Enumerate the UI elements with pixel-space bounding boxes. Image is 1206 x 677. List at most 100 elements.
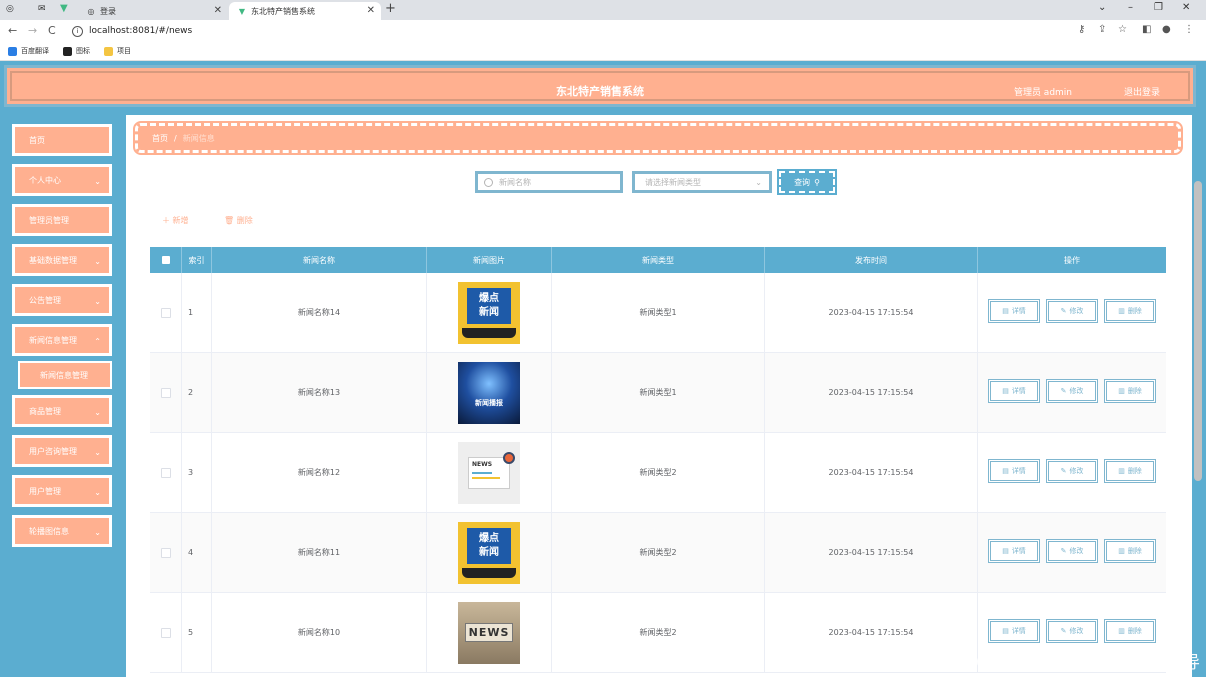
close-window-icon[interactable]: ✕ xyxy=(1182,2,1190,13)
sidebar-item-users[interactable]: 用户管理 ⌄ xyxy=(12,475,112,507)
sidebar-item-basic-data[interactable]: 基础数据管理 ⌄ xyxy=(12,244,112,276)
edit-button[interactable]: ✎ 修改 xyxy=(1046,379,1098,403)
thumb-text: 新闻播报 xyxy=(475,398,503,407)
breadcrumb-home[interactable]: 首页 xyxy=(152,133,168,144)
stage-lights-image[interactable]: 新闻播报 xyxy=(458,361,520,424)
row-type: 新闻类型2 xyxy=(552,513,765,592)
delete-button[interactable]: ▥ 删除 xyxy=(1104,619,1156,643)
add-button[interactable]: ＋ 新增 xyxy=(162,215,189,226)
bookmark-icons[interactable]: 图标 xyxy=(63,46,90,56)
detail-button[interactable]: ▤ 详情 xyxy=(988,459,1040,483)
row-checkbox[interactable] xyxy=(160,307,171,318)
delete-button[interactable]: ▥ 删除 xyxy=(1104,379,1156,403)
news-blocks-image[interactable]: NEWS xyxy=(458,601,520,664)
sidebar-item-personal[interactable]: 个人中心 ⌄ xyxy=(12,164,112,196)
detail-button[interactable]: ▤ 详情 xyxy=(988,539,1040,563)
sidebar-item-label: 个人中心 xyxy=(29,175,61,185)
detail-button[interactable]: ▤ 详情 xyxy=(988,379,1040,403)
delete-button[interactable]: ▥ 删除 xyxy=(1104,299,1156,323)
back-icon[interactable]: ← xyxy=(8,24,17,37)
row-time: 2023-04-15 17:15:54 xyxy=(765,273,978,352)
chevron-down-icon: ⌄ xyxy=(94,297,101,306)
sidebar-item-notice[interactable]: 公告管理 ⌄ xyxy=(12,284,112,316)
profile-icon[interactable]: ● xyxy=(1162,24,1171,35)
detail-button[interactable]: ▤ 详情 xyxy=(988,299,1040,323)
browser-tabbar: ◎ ✉ ▼ ◎ 登录 ✕ ▼ 东北特产销售系统 ✕ + ⌄ – ❐ ✕ xyxy=(0,0,1206,20)
trash-icon: ▥ xyxy=(1118,387,1125,395)
detail-button[interactable]: ▤ 详情 xyxy=(988,619,1040,643)
sidebar-item-news[interactable]: 新闻信息管理 ⌃ xyxy=(12,324,112,356)
news-name-input[interactable]: 新闻名称 xyxy=(475,171,623,193)
newspaper-image[interactable]: NEWS xyxy=(458,441,520,504)
select-all-checkbox[interactable] xyxy=(161,256,170,264)
tab-active[interactable]: ▼ 东北特产销售系统 ✕ xyxy=(229,2,381,20)
edit-button[interactable]: ✎ 修改 xyxy=(1046,299,1098,323)
trash-icon: ▥ xyxy=(1118,307,1125,315)
plus-icon: ＋ xyxy=(162,216,173,225)
edit-button[interactable]: ✎ 修改 xyxy=(1046,619,1098,643)
query-button[interactable]: 查询 ⚲ xyxy=(777,169,837,195)
row-time: 2023-04-15 17:15:54 xyxy=(765,513,978,592)
trash-icon: ▥ xyxy=(1118,627,1125,635)
header-time: 发布时间 xyxy=(765,247,978,273)
sidebar-item-carousel[interactable]: 轮播图信息 ⌄ xyxy=(12,515,112,547)
page-scrollbar[interactable] xyxy=(1194,181,1202,481)
edit-label: 修改 xyxy=(1069,547,1084,555)
doc-icon: ▤ xyxy=(1002,387,1009,395)
row-name: 新闻名称10 xyxy=(212,593,427,672)
tab-login[interactable]: ◎ 登录 ✕ xyxy=(0,2,228,20)
menu-icon[interactable]: ⋮ xyxy=(1184,24,1194,35)
row-image-cell: 新闻播报 xyxy=(427,353,552,432)
chevron-down-icon[interactable]: ⌄ xyxy=(1098,2,1106,13)
bookmark-projects[interactable]: 项目 xyxy=(104,46,131,56)
sidepanel-icon[interactable]: ◧ xyxy=(1142,24,1151,35)
forward-icon[interactable]: → xyxy=(28,24,37,37)
close-icon[interactable]: ✕ xyxy=(367,5,375,16)
batch-delete-button[interactable]: 🗑 删除 xyxy=(224,215,253,226)
news-badge-image[interactable]: 爆点 新闻 xyxy=(458,281,520,344)
close-icon[interactable]: ✕ xyxy=(214,5,222,16)
edit-icon: ✎ xyxy=(1060,547,1067,555)
news-badge-image[interactable]: 爆点 新闻 xyxy=(458,521,520,584)
doc-icon: ▤ xyxy=(1002,627,1009,635)
edit-button[interactable]: ✎ 修改 xyxy=(1046,539,1098,563)
row-name: 新闻名称12 xyxy=(212,433,427,512)
bookmark-translate[interactable]: 百度翻译 xyxy=(8,46,49,56)
thumb-text: 新闻 xyxy=(479,306,499,318)
url-field[interactable]: i localhost:8081/#/news xyxy=(70,23,1090,39)
restore-icon[interactable]: ❐ xyxy=(1154,2,1163,13)
address-bar: ← → C i localhost:8081/#/news ⚷ ⇪ ☆ ◧ ● … xyxy=(0,20,1206,42)
sidebar-item-label: 公告管理 xyxy=(29,295,61,305)
row-checkbox[interactable] xyxy=(160,627,171,638)
edit-button[interactable]: ✎ 修改 xyxy=(1046,459,1098,483)
chevron-down-icon: ⌄ xyxy=(94,528,101,537)
star-icon[interactable]: ☆ xyxy=(1118,24,1127,35)
app-root: 东北特产销售系统 管理员 admin 退出登录 首页 个人中心 ⌄ 管理员管理 基… xyxy=(0,61,1206,677)
table-row: 1 新闻名称14 爆点 新闻 新闻类型1 2023-04-15 17:15:54… xyxy=(150,273,1166,353)
delete-button[interactable]: ▥ 删除 xyxy=(1104,539,1156,563)
reload-icon[interactable]: C xyxy=(48,24,56,37)
sidebar-item-goods[interactable]: 商品管理 ⌄ xyxy=(12,395,112,427)
sidebar-item-consult[interactable]: 用户咨询管理 ⌄ xyxy=(12,435,112,467)
logout-link[interactable]: 退出登录 xyxy=(1124,85,1160,98)
folder-icon xyxy=(104,46,113,56)
sidebar-item-admin[interactable]: 管理员管理 xyxy=(12,204,112,236)
chevron-down-icon: ⌄ xyxy=(94,177,101,186)
share-icon[interactable]: ⇪ xyxy=(1098,24,1106,35)
row-checkbox[interactable] xyxy=(160,467,171,478)
sidebar-subitem-news[interactable]: 新闻信息管理 xyxy=(18,361,112,389)
edit-icon: ✎ xyxy=(1060,627,1067,635)
row-index: 4 xyxy=(182,513,212,592)
main-content: 首页 / 新闻信息 新闻名称 请选择新闻类型 ⌄ 查询 ⚲ ＋ 新增 🗑 删除 … xyxy=(126,115,1192,677)
delete-button[interactable]: ▥ 删除 xyxy=(1104,459,1156,483)
sidebar-item-label: 商品管理 xyxy=(29,406,61,416)
system-title: 东北特产销售系统 xyxy=(556,85,644,98)
row-checkbox[interactable] xyxy=(160,547,171,558)
row-checkbox[interactable] xyxy=(160,387,171,398)
row-checkbox-cell xyxy=(150,273,182,352)
key-icon[interactable]: ⚷ xyxy=(1078,24,1085,35)
new-tab-icon[interactable]: + xyxy=(385,1,396,16)
sidebar-item-home[interactable]: 首页 xyxy=(12,124,112,156)
news-type-select[interactable]: 请选择新闻类型 ⌄ xyxy=(632,171,772,193)
minimize-icon[interactable]: – xyxy=(1128,2,1133,13)
